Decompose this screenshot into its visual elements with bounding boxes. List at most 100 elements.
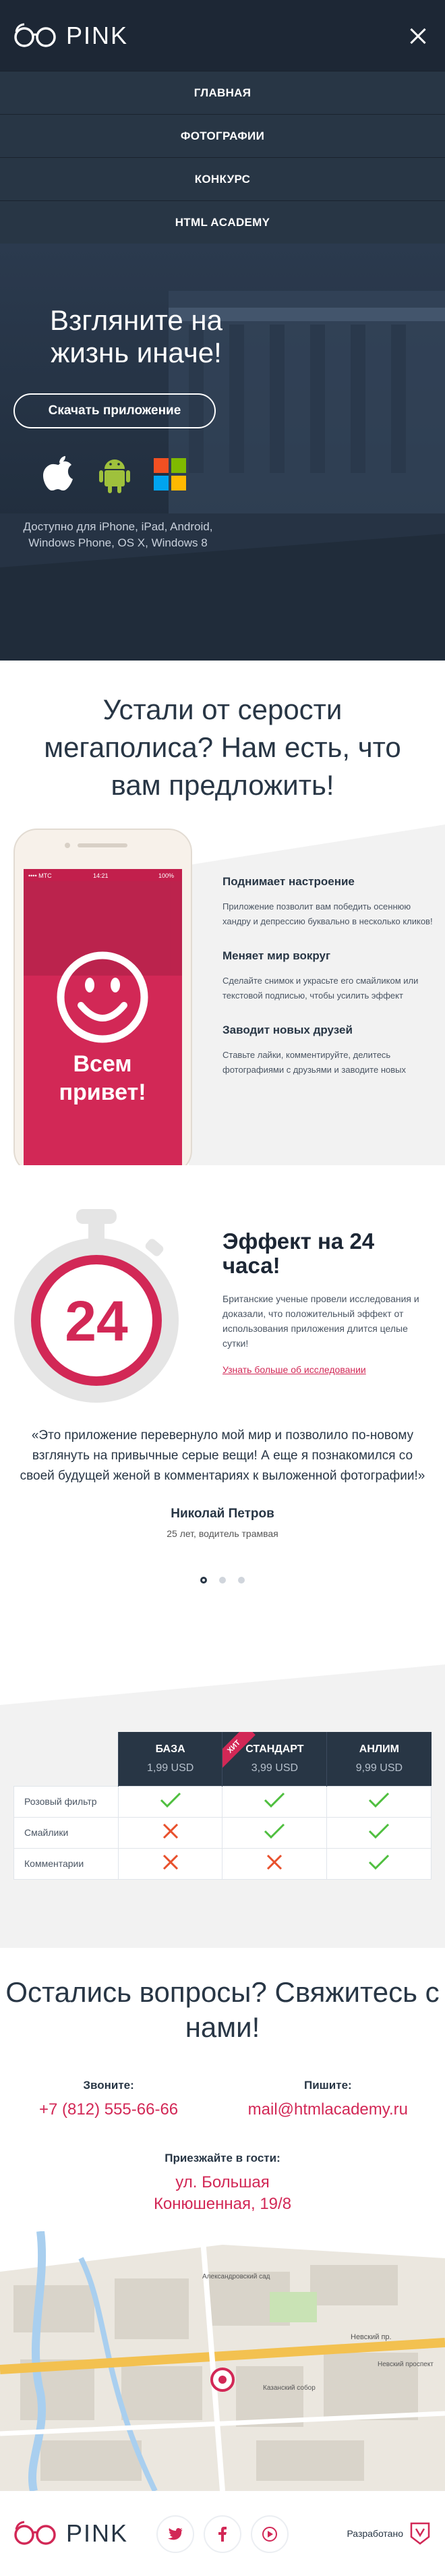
contacts-title: Остались вопросы? Свяжитесь с нами! bbox=[5, 1976, 440, 2043]
review-text: «Это приложение перевернуло мой мир и по… bbox=[20, 1428, 425, 1483]
research-link[interactable]: Узнать больше об исследовании bbox=[222, 1364, 366, 1375]
cross-icon bbox=[117, 1816, 223, 1849]
effect-section: 24 Эффект на 24 часа! Британские ученые … bbox=[0, 1165, 445, 1422]
header-bar: PINK bbox=[0, 0, 445, 71]
check-icon bbox=[117, 1785, 223, 1818]
nav-item-html-academy[interactable]: HTML ACADEMY bbox=[0, 200, 445, 244]
review-section: «Это приложение перевернуло мой мир и по… bbox=[0, 1422, 445, 1664]
promo-title: Устали от серости мегаполиса? Нам есть, … bbox=[44, 694, 401, 801]
glasses-logo-icon bbox=[14, 23, 56, 47]
slider-dot[interactable] bbox=[219, 1577, 226, 1584]
check-icon bbox=[326, 1785, 432, 1818]
made-by: Разработано bbox=[347, 2522, 430, 2545]
prices-section: БАЗА 1,99 USD ХИТ СТАНДАРТ 3,99 USD АНЛИ… bbox=[0, 1664, 445, 1948]
hero-title: Взгляните на жизнь иначе! bbox=[50, 304, 222, 368]
plan-header-unlim: АНЛИМ 9,99 USD bbox=[326, 1732, 432, 1786]
plan-name: АНЛИМ bbox=[359, 1743, 399, 1755]
phone-link[interactable]: +7 (812) 555-66-66 bbox=[39, 2100, 178, 2119]
price-feature-name: Смайлики bbox=[13, 1816, 119, 1849]
slider-dot[interactable] bbox=[238, 1577, 245, 1584]
check-icon bbox=[326, 1816, 432, 1849]
feature-item: Поднимает настроение Приложение позволит… bbox=[222, 875, 435, 929]
check-icon bbox=[222, 1785, 328, 1818]
feature-title: Поднимает настроение bbox=[222, 875, 355, 888]
feature-text: Приложение позволит вам победить осеннюю… bbox=[222, 901, 433, 926]
android-icon[interactable] bbox=[99, 455, 130, 493]
price-row: Смайлики bbox=[13, 1816, 432, 1849]
facebook-icon[interactable] bbox=[204, 2515, 241, 2553]
apple-icon[interactable] bbox=[42, 455, 76, 493]
email-block: Пишите: mail@htmlacademy.ru bbox=[248, 2079, 408, 2119]
address-label: Приезжайте в гости: bbox=[165, 2152, 280, 2164]
nav-item-photos[interactable]: ФОТОГРАФИИ bbox=[0, 114, 445, 157]
feature-title: Заводит новых друзей bbox=[222, 1024, 353, 1036]
check-icon bbox=[222, 1816, 328, 1849]
feature-item: Заводит новых друзей Ставьте лайки, комм… bbox=[222, 1024, 435, 1077]
check-icon bbox=[326, 1847, 432, 1880]
review-role: 25 лет, водитель трамвая bbox=[167, 1528, 278, 1539]
phone-mockup: •••• MTC 14:21 100% Всем привет! bbox=[13, 829, 192, 1165]
address-value: ул. Большая Конюшенная, 19/8 bbox=[153, 2173, 292, 2213]
contact-columns: Звоните: +7 (812) 555-66-66 Пишите: mail… bbox=[0, 2045, 445, 2119]
email-label: Пишите: bbox=[303, 2079, 352, 2092]
features-block: •••• MTC 14:21 100% Всем привет! Поднима… bbox=[0, 824, 445, 1165]
phone-label: Звоните: bbox=[83, 2079, 134, 2092]
platform-icons bbox=[42, 455, 445, 493]
slider-dots bbox=[17, 1577, 428, 1584]
map-drawing: Невский пр. Невский проспект Казанский с… bbox=[0, 2231, 445, 2491]
location-map[interactable]: Невский пр. Невский проспект Казанский с… bbox=[0, 2231, 445, 2491]
close-menu-icon[interactable] bbox=[405, 22, 432, 49]
map-label: Александровский сад bbox=[202, 2273, 270, 2280]
email-link[interactable]: mail@htmlacademy.ru bbox=[248, 2100, 408, 2119]
hero-content: Взгляните на жизнь иначе! Скачать прилож… bbox=[0, 244, 445, 551]
effect-description: Британские ученые провели исследования и… bbox=[222, 1293, 419, 1349]
logo-text: PINK bbox=[66, 21, 129, 49]
plan-name: БАЗА bbox=[155, 1743, 185, 1755]
download-app-button[interactable]: Скачать приложение bbox=[13, 393, 216, 428]
htmlacademy-logo-icon[interactable] bbox=[410, 2522, 430, 2545]
phone-status-time: 14:21 bbox=[93, 872, 109, 879]
phone-block: Звоните: +7 (812) 555-66-66 bbox=[39, 2079, 178, 2119]
footer-logo[interactable]: PINK bbox=[13, 2519, 128, 2548]
phone-caption-line2: привет! bbox=[59, 1080, 146, 1105]
map-pin-icon[interactable] bbox=[210, 2368, 235, 2392]
plan-header-base: БАЗА 1,99 USD bbox=[117, 1732, 222, 1786]
phone-status-carrier: •••• MTC bbox=[28, 872, 52, 879]
price-feature-name: Розовый фильтр bbox=[13, 1785, 119, 1818]
social-links bbox=[156, 2515, 289, 2553]
map-label: Казанский собор bbox=[263, 2384, 316, 2392]
logo[interactable]: PINK bbox=[13, 22, 128, 50]
windows-icon[interactable] bbox=[154, 458, 186, 491]
effect-title: Эффект на 24 часа! bbox=[222, 1229, 375, 1278]
cross-icon bbox=[222, 1847, 328, 1880]
youtube-icon[interactable] bbox=[251, 2515, 289, 2553]
price-table-corner bbox=[14, 1732, 119, 1786]
feature-text: Сделайте снимок и украсьте его смайликом… bbox=[222, 976, 419, 1001]
price-row: Комментарии bbox=[13, 1847, 432, 1880]
price-table-body: Розовый фильтр Смайлики Комментарии bbox=[13, 1785, 432, 1880]
price-row: Розовый фильтр bbox=[13, 1785, 432, 1818]
timer-value: 24 bbox=[65, 1289, 128, 1353]
site-footer: PINK Разработано bbox=[0, 2491, 445, 2576]
site-header: PINK ГЛАВНАЯ ФОТОГРАФИИ КОНКУРС HTML ACA… bbox=[0, 0, 445, 244]
price-table: БАЗА 1,99 USD ХИТ СТАНДАРТ 3,99 USD АНЛИ… bbox=[13, 1732, 432, 1880]
hero-section: Взгляните на жизнь иначе! Скачать прилож… bbox=[0, 244, 445, 661]
footer-logo-text: PINK bbox=[66, 2519, 129, 2547]
phone-status-battery: 100% bbox=[158, 872, 174, 879]
feature-list: Поднимает настроение Приложение позволит… bbox=[222, 875, 435, 1098]
plan-price: 9,99 USD bbox=[355, 1762, 403, 1774]
made-by-label: Разработано bbox=[347, 2528, 403, 2539]
feature-item: Меняет мир вокруг Сделайте снимок и укра… bbox=[222, 949, 435, 1003]
promo-section: Устали от серости мегаполиса? Нам есть, … bbox=[0, 661, 445, 1165]
glasses-logo-icon bbox=[14, 2521, 56, 2545]
twitter-icon[interactable] bbox=[156, 2515, 194, 2553]
review-author: Николай Петров bbox=[171, 1507, 274, 1521]
nav-item-contest[interactable]: КОНКУРС bbox=[0, 157, 445, 200]
main-nav: ГЛАВНАЯ ФОТОГРАФИИ КОНКУРС HTML ACADEMY bbox=[0, 71, 445, 244]
nav-item-home[interactable]: ГЛАВНАЯ bbox=[0, 71, 445, 114]
map-label: Невский пр. bbox=[351, 2333, 392, 2341]
slider-dot[interactable] bbox=[200, 1577, 207, 1584]
map-label: Невский проспект bbox=[378, 2361, 434, 2368]
phone-caption-line1: Всем bbox=[73, 1051, 131, 1077]
plan-price: 3,99 USD bbox=[251, 1762, 299, 1774]
